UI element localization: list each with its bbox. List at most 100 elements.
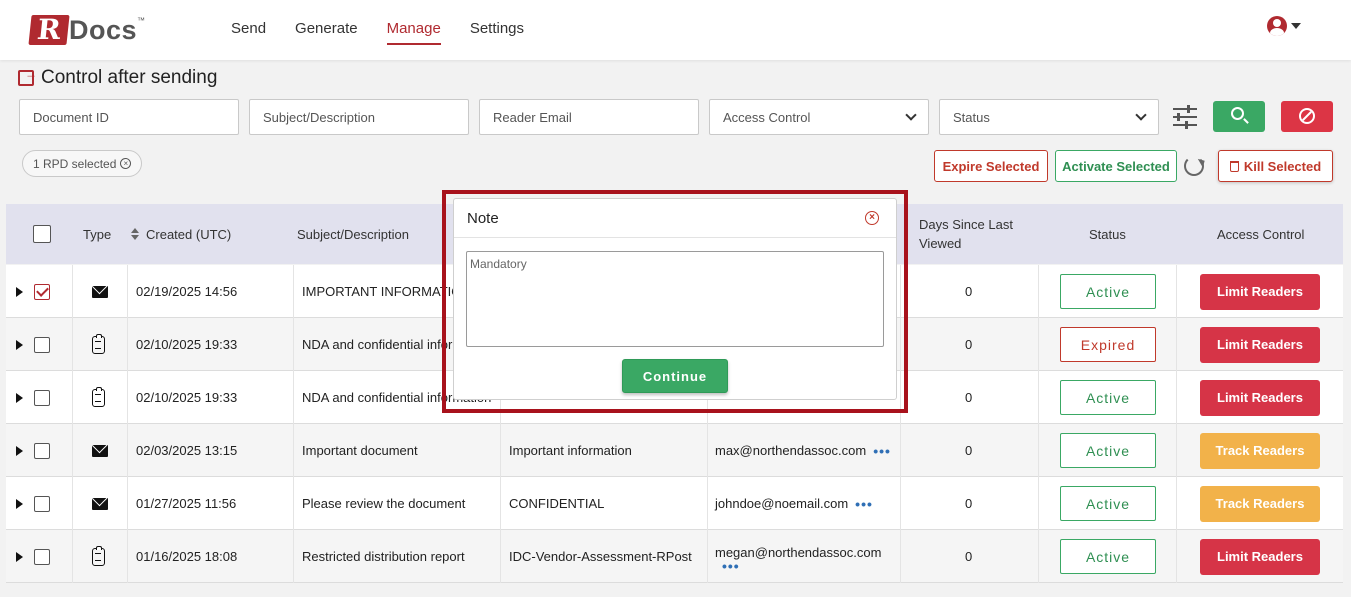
more-dots-icon[interactable]: ••• <box>855 497 873 511</box>
header-days-since-viewed: Days Since Last Viewed <box>919 204 1013 264</box>
column-divider <box>1038 530 1039 583</box>
clear-filters-button[interactable] <box>1281 101 1333 132</box>
column-divider <box>127 477 128 530</box>
access-control-button[interactable]: Limit Readers <box>1200 273 1320 310</box>
access-control-button[interactable]: Limit Readers <box>1200 379 1320 416</box>
status-badge: Active <box>1060 433 1156 468</box>
column-divider <box>127 265 128 318</box>
created-cell: 02/19/2025 14:56 <box>136 284 238 299</box>
continue-button[interactable]: Continue <box>622 359 728 393</box>
expand-row-icon[interactable] <box>16 392 23 403</box>
access-control-button[interactable]: Track Readers <box>1200 485 1320 522</box>
created-cell: 02/10/2025 19:33 <box>136 337 238 352</box>
column-divider <box>293 371 294 424</box>
ban-icon <box>1299 108 1315 124</box>
close-icon[interactable]: × <box>865 211 879 225</box>
column-divider <box>72 318 73 371</box>
column-divider <box>1038 371 1039 424</box>
description-cell: CONFIDENTIAL <box>509 496 605 511</box>
sort-icon <box>131 228 139 240</box>
days-cell: 0 <box>965 337 973 352</box>
expand-row-icon[interactable] <box>16 339 23 350</box>
nav-generate[interactable]: Generate <box>295 20 358 45</box>
column-divider <box>1176 530 1177 583</box>
note-modal: Note × Continue <box>453 198 897 400</box>
nav-send[interactable]: Send <box>231 20 266 45</box>
sliders-icon[interactable] <box>1172 104 1198 130</box>
row-checkbox[interactable] <box>34 336 50 353</box>
file-export-icon <box>18 67 37 86</box>
column-divider <box>1038 265 1039 318</box>
header-created[interactable]: Created (UTC) <box>131 204 231 264</box>
email-text: max@northendassoc.com <box>715 443 867 458</box>
modal-title: Note <box>467 209 499 227</box>
select-all-checkbox[interactable] <box>33 225 51 243</box>
modal-header: Note × <box>454 199 896 238</box>
access-control-select[interactable]: Access Control <box>709 99 929 135</box>
row-checkbox[interactable] <box>34 442 50 459</box>
column-divider <box>1038 424 1039 477</box>
user-circle-icon <box>1267 16 1287 36</box>
row-checkbox[interactable] <box>34 495 50 512</box>
trash-icon <box>1229 160 1239 172</box>
chevron-down-icon <box>1135 109 1147 121</box>
column-divider <box>127 424 128 477</box>
status-select[interactable]: Status <box>939 99 1159 135</box>
expand-row-icon[interactable] <box>16 445 23 456</box>
created-cell: 01/16/2025 18:08 <box>136 549 238 564</box>
page-title-text: Control after sending <box>41 67 218 88</box>
nav-settings[interactable]: Settings <box>470 20 524 45</box>
expand-row-icon[interactable] <box>16 498 23 509</box>
kill-selected-button[interactable]: Kill Selected <box>1218 150 1333 182</box>
selection-chip-label: 1 RPD selected <box>33 156 117 171</box>
row-checkbox[interactable] <box>34 283 50 300</box>
column-divider <box>72 371 73 424</box>
document-id-input[interactable]: Document ID <box>19 99 239 135</box>
email-text: megan@northendassoc.com <box>715 544 882 560</box>
chevron-down-icon <box>905 109 917 121</box>
subject-input[interactable]: Subject/Description <box>249 99 469 135</box>
refresh-icon[interactable] <box>1184 156 1204 176</box>
rdocs-logo[interactable]: R Docs ™ <box>28 13 146 46</box>
search-button[interactable] <box>1213 101 1265 132</box>
row-checkbox[interactable] <box>34 389 50 406</box>
reader-email-input[interactable]: Reader Email <box>479 99 699 135</box>
activate-selected-button[interactable]: Activate Selected <box>1055 150 1177 182</box>
access-control-button[interactable]: Limit Readers <box>1200 326 1320 363</box>
selection-chip[interactable]: 1 RPD selected × <box>22 150 143 177</box>
header-created-label: Created (UTC) <box>146 226 232 242</box>
logo-r: R <box>28 13 70 46</box>
envelope-icon <box>92 444 108 457</box>
status-badge: Active <box>1060 486 1156 521</box>
column-divider <box>127 318 128 371</box>
header-type: Type <box>83 226 112 242</box>
column-divider <box>1038 477 1039 530</box>
days-cell: 0 <box>965 443 973 458</box>
expand-row-icon[interactable] <box>16 551 23 562</box>
access-control-button[interactable]: Limit Readers <box>1200 538 1320 575</box>
row-checkbox[interactable] <box>34 548 50 565</box>
table-row[interactable]: 01/27/2025 11:56 Please review the docume… <box>6 477 1343 530</box>
column-divider <box>293 318 294 371</box>
table-row[interactable]: 01/16/2025 18:08 Restricted distribution … <box>6 530 1343 583</box>
close-circle-icon[interactable]: × <box>120 158 132 169</box>
more-dots-icon[interactable]: ••• <box>873 444 891 458</box>
more-dots-icon[interactable]: ••• <box>722 559 740 573</box>
logo-trademark: ™ <box>137 16 146 25</box>
column-divider <box>1176 371 1177 424</box>
email-cell: megan@northendassoc.com ••• <box>715 530 881 583</box>
created-cell: 02/03/2025 13:15 <box>136 443 238 458</box>
table-row[interactable]: 02/03/2025 13:15 Important document Import… <box>6 424 1343 477</box>
expand-row-icon[interactable] <box>16 286 23 297</box>
expire-selected-button[interactable]: Expire Selected <box>934 150 1048 182</box>
column-divider <box>900 424 901 477</box>
access-control-button[interactable]: Track Readers <box>1200 432 1320 469</box>
note-textarea[interactable] <box>466 251 884 347</box>
column-divider <box>707 477 708 530</box>
header-status: Status <box>1089 226 1126 242</box>
user-menu[interactable] <box>1267 16 1301 36</box>
days-cell: 0 <box>965 390 973 405</box>
nav-manage[interactable]: Manage <box>386 20 441 45</box>
column-divider <box>72 477 73 530</box>
clipboard-icon <box>92 333 105 354</box>
